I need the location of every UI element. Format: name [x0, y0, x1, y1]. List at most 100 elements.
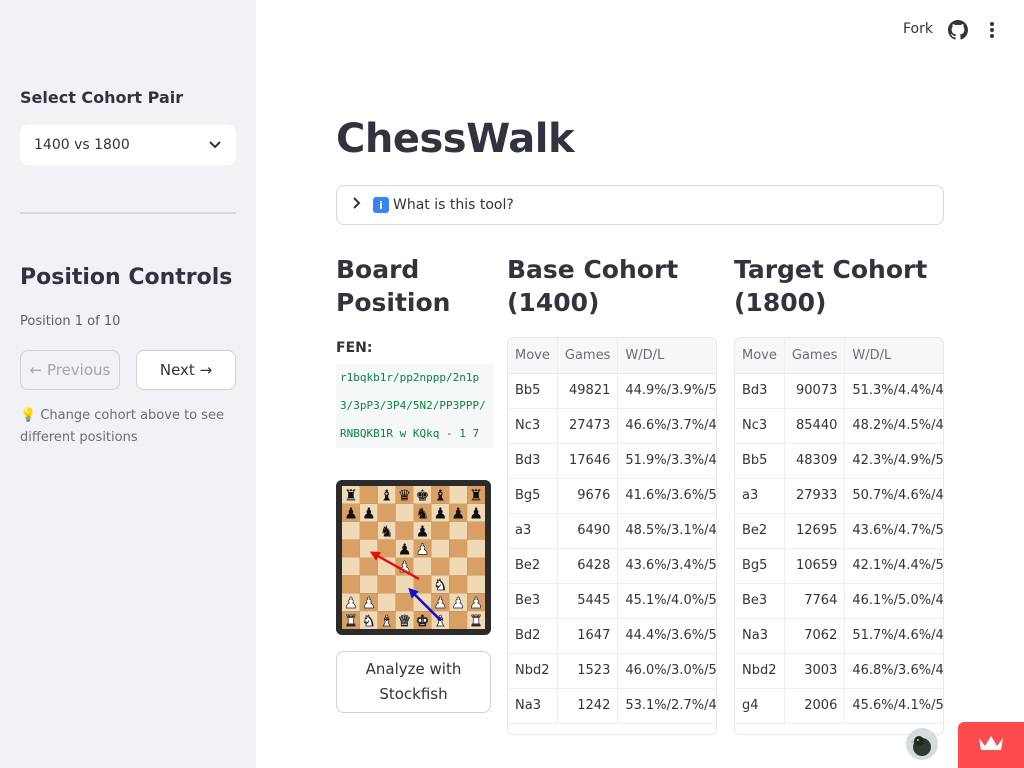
white-rook-icon[interactable]: ♜: [469, 611, 483, 629]
what-is-this-expander[interactable]: i What is this tool?: [336, 185, 944, 225]
black-bishop-icon[interactable]: ♝: [434, 487, 448, 505]
col-header-wdl[interactable]: W/D/L: [617, 338, 716, 374]
github-icon[interactable]: [948, 20, 968, 40]
white-pawn-icon[interactable]: ♟: [451, 594, 465, 613]
board-square[interactable]: [449, 486, 468, 504]
avatar[interactable]: [906, 728, 938, 760]
board-square[interactable]: [467, 521, 485, 540]
board-square[interactable]: [342, 539, 360, 558]
col-header-move[interactable]: Move: [735, 338, 785, 374]
table-row[interactable]: Nbd2300346.8%/3.6%/49.: [735, 653, 943, 689]
board-square[interactable]: [449, 539, 468, 558]
white-pawn-icon[interactable]: ♟: [415, 540, 430, 559]
table-row[interactable]: Na3706251.7%/4.6%/43.: [735, 618, 943, 654]
games-cell: 27473: [557, 408, 619, 444]
white-bishop-icon[interactable]: ♝: [380, 611, 394, 629]
col-header-move[interactable]: Move: [508, 338, 558, 374]
board-square[interactable]: [359, 575, 378, 594]
table-row[interactable]: Bb54830942.3%/4.9%/52.: [735, 443, 943, 479]
table-row[interactable]: Nbd2152346.0%/3.0%/51.: [508, 653, 716, 689]
table-row[interactable]: Bb54982144.9%/3.9%/51.: [508, 373, 716, 409]
board-square[interactable]: [449, 611, 468, 629]
cohort-select[interactable]: 1400 vs 1800: [20, 125, 236, 165]
board-square[interactable]: [377, 593, 396, 612]
board-square[interactable]: [359, 521, 378, 540]
black-knight-icon[interactable]: ♞: [380, 522, 394, 540]
board-square[interactable]: [467, 575, 485, 594]
black-king-icon[interactable]: ♚: [416, 487, 430, 505]
board-square[interactable]: [431, 539, 450, 558]
board-square[interactable]: [431, 521, 450, 540]
target-cohort-table[interactable]: Move Games W/D/L Bd39007351.3%/4.4%/44.N…: [734, 337, 944, 735]
table-row[interactable]: a3649048.5%/3.1%/48.: [508, 513, 716, 549]
table-row[interactable]: Nc38544048.2%/4.5%/47.: [735, 408, 943, 444]
board-square[interactable]: [467, 539, 485, 558]
black-pawn-icon[interactable]: ♟: [362, 505, 376, 523]
table-row[interactable]: Be3776446.1%/5.0%/48.: [735, 583, 943, 619]
board-square[interactable]: [467, 557, 485, 576]
previous-button[interactable]: ← Previous: [20, 350, 120, 390]
board-square[interactable]: [449, 575, 468, 594]
board-square[interactable]: [395, 575, 414, 594]
board-square[interactable]: [395, 503, 414, 522]
move-cell: Bg5: [508, 478, 558, 514]
table-row[interactable]: g4200645.6%/4.1%/50.: [735, 688, 943, 724]
board-square[interactable]: [431, 557, 450, 576]
black-pawn-icon[interactable]: ♟: [451, 505, 465, 523]
board-square[interactable]: [359, 486, 378, 504]
board-square[interactable]: [395, 593, 414, 612]
table-row[interactable]: a32793350.7%/4.6%/44.: [735, 478, 943, 514]
table-row[interactable]: Bd2164744.4%/3.6%/51.: [508, 618, 716, 654]
table-row[interactable]: Be21269543.6%/4.7%/51.: [735, 513, 943, 549]
table-row[interactable]: Na3124253.1%/2.7%/44.: [508, 688, 716, 724]
col-header-games[interactable]: Games: [784, 338, 846, 374]
board-square[interactable]: [377, 539, 396, 558]
board-square[interactable]: [413, 557, 432, 576]
table-row[interactable]: Nc32747346.6%/3.7%/49.: [508, 408, 716, 444]
white-pawn-icon[interactable]: ♟: [344, 594, 358, 613]
black-rook-icon[interactable]: ♜: [469, 487, 483, 505]
black-pawn-icon[interactable]: ♟: [416, 522, 430, 540]
board-square[interactable]: [342, 521, 360, 540]
analyze-stockfish-button[interactable]: Analyze with Stockfish: [336, 651, 491, 713]
black-bishop-icon[interactable]: ♝: [380, 487, 394, 505]
board-square[interactable]: [377, 575, 396, 594]
table-row[interactable]: Bd39007351.3%/4.4%/44.: [735, 373, 943, 409]
table-row[interactable]: Be3544545.1%/4.0%/50.: [508, 583, 716, 619]
col-header-games[interactable]: Games: [557, 338, 619, 374]
black-pawn-icon[interactable]: ♟: [344, 505, 358, 523]
table-row[interactable]: Be2642843.6%/3.4%/53.: [508, 548, 716, 584]
base-cohort-table[interactable]: Move Games W/D/L Bb54982144.9%/3.9%/51.N…: [507, 337, 717, 735]
white-king-icon[interactable]: ♚: [415, 611, 430, 629]
games-cell: 7062: [784, 618, 846, 654]
white-knight-icon[interactable]: ♞: [433, 576, 448, 595]
board-square[interactable]: [359, 557, 378, 576]
black-rook-icon[interactable]: ♜: [344, 487, 358, 505]
black-knight-icon[interactable]: ♞: [416, 505, 430, 523]
black-pawn-icon[interactable]: ♟: [398, 540, 412, 558]
white-pawn-icon[interactable]: ♟: [469, 594, 483, 613]
board-square[interactable]: [377, 503, 396, 522]
chess-board[interactable]: ♜♝♛♚♝♜♟♟♞♟♟♟♞♟♟♟♟♞♟♟♟♟♟♜♞♝♛♚♝♜: [336, 480, 491, 635]
table-row[interactable]: Bd31764651.9%/3.3%/44.: [508, 443, 716, 479]
white-rook-icon[interactable]: ♜: [344, 611, 358, 629]
black-queen-icon[interactable]: ♛: [398, 487, 412, 505]
board-square[interactable]: [342, 557, 360, 576]
white-knight-icon[interactable]: ♞: [362, 611, 376, 629]
board-square[interactable]: [342, 575, 360, 594]
table-row[interactable]: Bg5967641.6%/3.6%/54.: [508, 478, 716, 514]
next-button[interactable]: Next →: [136, 350, 236, 390]
board-square[interactable]: [395, 521, 414, 540]
col-header-wdl[interactable]: W/D/L: [844, 338, 943, 374]
black-pawn-icon[interactable]: ♟: [434, 505, 448, 523]
white-queen-icon[interactable]: ♛: [397, 611, 412, 629]
kebab-menu-icon[interactable]: [984, 19, 1000, 41]
deploy-crown-button[interactable]: [958, 722, 1024, 768]
board-square[interactable]: [449, 557, 468, 576]
white-pawn-icon[interactable]: ♟: [433, 594, 448, 613]
board-square[interactable]: [449, 521, 468, 540]
fork-link[interactable]: Fork: [903, 21, 933, 37]
white-pawn-icon[interactable]: ♟: [362, 594, 376, 613]
black-pawn-icon[interactable]: ♟: [469, 505, 483, 523]
table-row[interactable]: Bg51065942.1%/4.4%/53.: [735, 548, 943, 584]
